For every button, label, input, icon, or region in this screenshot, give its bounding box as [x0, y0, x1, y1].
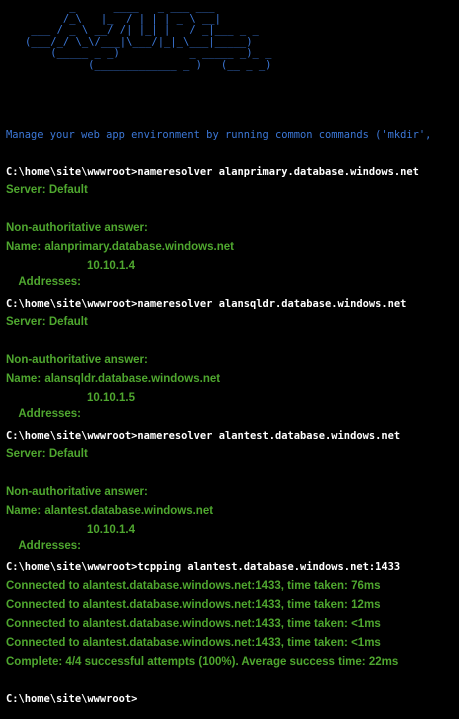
command-line: C:\home\site\wwwroot>nameresolver alanpr… — [6, 166, 419, 178]
console-window[interactable]: _ ____ _ ___ ___ /_\ |_ / | | | _ \ __| … — [0, 0, 459, 719]
output-line: Server: Default — [6, 316, 88, 328]
address-line: Addresses: 10.10.1.4 — [6, 522, 135, 552]
output-line: Non-authoritative answer: — [6, 222, 148, 234]
command-prompt-input[interactable]: C:\home\site\wwwroot> — [6, 691, 137, 707]
output-line: Name: alanprimary.database.windows.net — [6, 241, 234, 253]
command-line: C:\home\site\wwwroot>tcpping alantest.da… — [6, 561, 401, 573]
address-label: Addresses: — [18, 276, 81, 288]
output-line: Connected to alantest.database.windows.n… — [6, 599, 381, 611]
output-line: Complete: 4/4 successful attempts (100%)… — [6, 656, 399, 668]
output-line: Server: Default — [6, 184, 88, 196]
command-line: C:\home\site\wwwroot>nameresolver alansq… — [6, 298, 407, 310]
output-line: Name: alansqldr.database.windows.net — [6, 373, 221, 385]
output-line: Connected to alantest.database.windows.n… — [6, 580, 381, 592]
azure-ascii-banner: _ ____ _ ___ ___ /_\ |_ / | | | _ \ __| … — [24, 1, 272, 71]
output-line: Non-authoritative answer: — [6, 486, 148, 498]
address-line: Addresses: 10.10.1.4 — [6, 258, 135, 288]
output-line: Non-authoritative answer: — [6, 354, 148, 366]
output-line: Server: Default — [6, 448, 88, 460]
output-line: Connected to alantest.database.windows.n… — [6, 618, 381, 630]
console-description: Manage your web app environment by runni… — [6, 129, 432, 141]
command-line: C:\home\site\wwwroot>nameresolver alante… — [6, 430, 401, 442]
output-line: Connected to alantest.database.windows.n… — [6, 637, 381, 649]
output-line: Name: alantest.database.windows.net — [6, 505, 214, 517]
address-value: 10.10.1.5 — [87, 392, 135, 404]
address-label: Addresses: — [18, 540, 81, 552]
address-value: 10.10.1.4 — [87, 524, 135, 536]
address-value: 10.10.1.4 — [87, 260, 135, 272]
address-line: Addresses: 10.10.1.5 — [6, 390, 135, 420]
address-label: Addresses: — [18, 408, 81, 420]
